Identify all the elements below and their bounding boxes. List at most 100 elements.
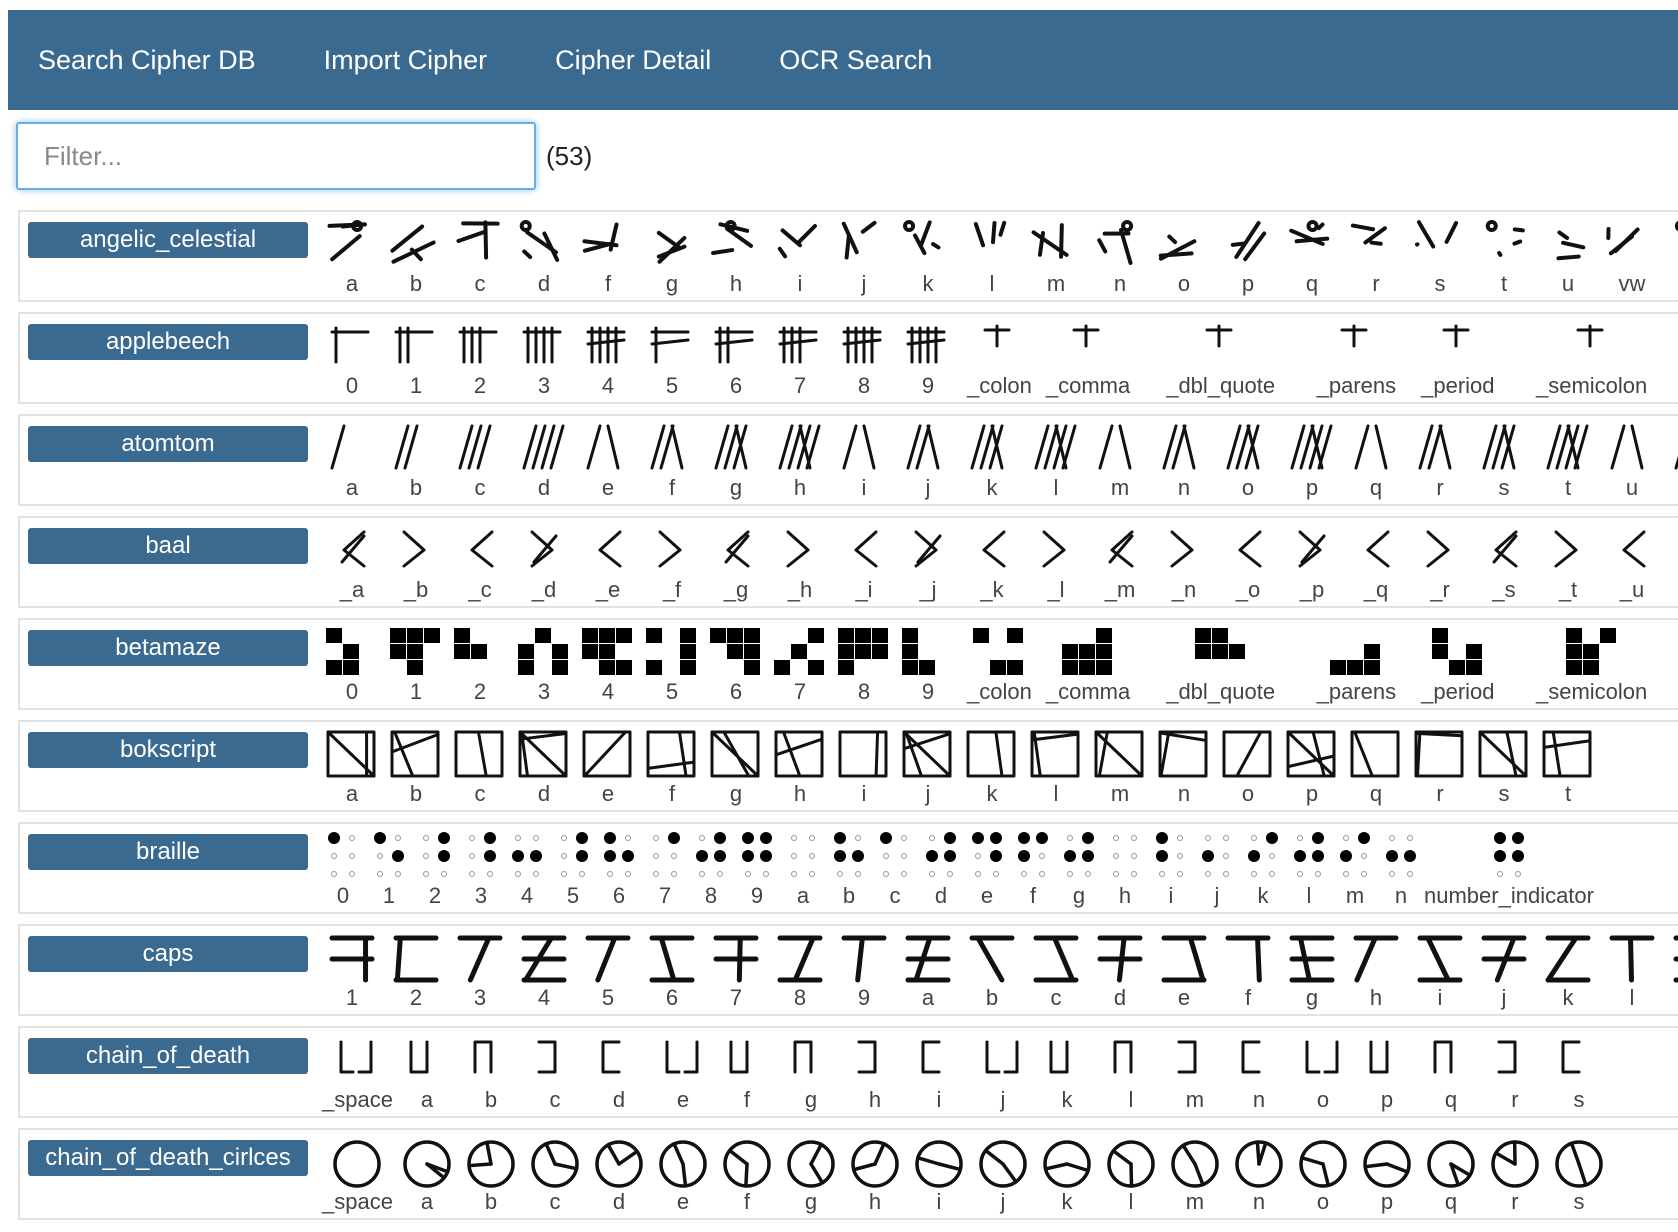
glyph-cell[interactable]: e — [964, 824, 1010, 912]
glyph-cell[interactable]: u — [1536, 212, 1600, 300]
glyph-cell[interactable]: i — [907, 1130, 971, 1218]
glyph-cell[interactable]: h — [843, 1130, 907, 1218]
cipher-name-button[interactable]: chain_of_death — [28, 1038, 308, 1074]
glyph-cell[interactable]: e — [576, 722, 640, 810]
glyph-cell[interactable]: r — [1483, 1130, 1547, 1218]
glyph-cell[interactable]: 4 — [576, 314, 640, 402]
glyph-cell[interactable]: b — [459, 1130, 523, 1218]
glyph-cell[interactable]: n — [1227, 1130, 1291, 1218]
glyph-cell[interactable]: f — [576, 212, 640, 300]
glyph-cell[interactable]: r — [1408, 416, 1472, 504]
glyph-cell[interactable]: b — [384, 416, 448, 504]
glyph-cell[interactable]: e — [651, 1130, 715, 1218]
glyph-cell[interactable]: 3 — [512, 314, 576, 402]
glyph-cell[interactable]: h — [704, 212, 768, 300]
glyph-cell[interactable]: 2 — [448, 314, 512, 402]
glyph-cell[interactable]: _m — [1088, 518, 1152, 606]
glyph-cell[interactable]: a — [320, 722, 384, 810]
glyph-cell[interactable]: _period — [1409, 314, 1507, 402]
glyph-cell[interactable]: p — [1355, 1028, 1419, 1116]
glyph-cell[interactable]: 5 — [640, 620, 704, 708]
cipher-name-button[interactable]: braille — [28, 834, 308, 870]
glyph-cell[interactable]: e — [651, 1028, 715, 1116]
glyph-cell[interactable]: _n — [1152, 518, 1216, 606]
glyph-cell[interactable]: d — [1088, 926, 1152, 1014]
glyph-cell[interactable]: k — [1240, 824, 1286, 912]
glyph-cell[interactable]: q — [1419, 1028, 1483, 1116]
nav-search-cipher-db[interactable]: Search Cipher DB — [38, 45, 256, 76]
glyph-cell[interactable]: j — [896, 722, 960, 810]
glyph-cell[interactable]: _g — [704, 518, 768, 606]
glyph-cell[interactable]: 9 — [734, 824, 780, 912]
glyph-cell[interactable]: f — [715, 1028, 779, 1116]
glyph-cell[interactable]: r — [1408, 722, 1472, 810]
glyph-cell[interactable]: g — [640, 212, 704, 300]
glyph-cell[interactable]: _f — [640, 518, 704, 606]
glyph-cell[interactable]: m — [1163, 1028, 1227, 1116]
glyph-cell[interactable]: 2 — [448, 620, 512, 708]
glyph-cell[interactable]: _c — [448, 518, 512, 606]
glyph-cell[interactable]: m — [1664, 926, 1678, 1014]
glyph-cell[interactable]: b — [826, 824, 872, 912]
glyph-cell[interactable]: 6 — [640, 926, 704, 1014]
glyph-cell[interactable]: m — [1163, 1130, 1227, 1218]
glyph-cell[interactable]: o — [1152, 212, 1216, 300]
glyph-cell[interactable]: o — [1216, 722, 1280, 810]
glyph-cell[interactable]: p — [1216, 212, 1280, 300]
glyph-cell[interactable]: 9 — [896, 314, 960, 402]
glyph-cell[interactable]: s — [1472, 416, 1536, 504]
cipher-name-button[interactable]: applebeech — [28, 324, 308, 360]
glyph-cell[interactable]: s — [1547, 1028, 1611, 1116]
glyph-cell[interactable]: _colon — [960, 620, 1039, 708]
glyph-cell[interactable]: 6 — [704, 314, 768, 402]
glyph-cell[interactable]: s — [1472, 722, 1536, 810]
glyph-cell[interactable]: c — [448, 416, 512, 504]
glyph-cell[interactable]: _q — [1344, 518, 1408, 606]
glyph-cell[interactable]: n — [1378, 824, 1424, 912]
glyph-cell[interactable]: _semicolon — [1507, 314, 1676, 402]
glyph-cell[interactable]: 7 — [642, 824, 688, 912]
glyph-cell[interactable]: x — [1664, 212, 1678, 300]
glyph-cell[interactable]: q — [1419, 1130, 1483, 1218]
glyph-cell[interactable]: k — [1536, 926, 1600, 1014]
glyph-cell[interactable]: _comma — [1039, 314, 1137, 402]
glyph-cell[interactable]: _j — [896, 518, 960, 606]
glyph-cell[interactable]: 1 — [384, 620, 448, 708]
glyph-cell[interactable]: 7 — [768, 314, 832, 402]
glyph-cell[interactable]: 2 — [412, 824, 458, 912]
glyph-cell[interactable]: m — [1088, 416, 1152, 504]
cipher-name-button[interactable]: betamaze — [28, 630, 308, 666]
glyph-cell[interactable]: _a — [320, 518, 384, 606]
glyph-cell[interactable]: 2 — [384, 926, 448, 1014]
glyph-cell[interactable]: s — [1547, 1130, 1611, 1218]
glyph-cell[interactable]: _space — [320, 1130, 395, 1218]
glyph-cell[interactable]: 4 — [504, 824, 550, 912]
glyph-cell[interactable]: t — [1472, 212, 1536, 300]
glyph-cell[interactable]: m — [1024, 212, 1088, 300]
glyph-cell[interactable]: h — [843, 1028, 907, 1116]
glyph-cell[interactable]: _e — [576, 518, 640, 606]
glyph-cell[interactable]: 5 — [640, 314, 704, 402]
glyph-cell[interactable]: e — [576, 416, 640, 504]
glyph-cell[interactable]: i — [832, 416, 896, 504]
glyph-cell[interactable]: q — [1344, 722, 1408, 810]
glyph-cell[interactable]: _period — [1409, 620, 1507, 708]
glyph-cell[interactable]: t — [1536, 722, 1600, 810]
filter-input[interactable] — [16, 122, 536, 190]
glyph-cell[interactable]: i — [1408, 926, 1472, 1014]
glyph-cell[interactable]: r — [1344, 212, 1408, 300]
glyph-cell[interactable]: o — [1291, 1028, 1355, 1116]
glyph-cell[interactable]: a — [395, 1028, 459, 1116]
glyph-cell[interactable]: f — [1010, 824, 1056, 912]
glyph-cell[interactable]: _o — [1216, 518, 1280, 606]
glyph-cell[interactable]: _i — [832, 518, 896, 606]
glyph-cell[interactable]: d — [918, 824, 964, 912]
glyph-cell[interactable]: k — [896, 212, 960, 300]
glyph-cell[interactable]: d — [512, 722, 576, 810]
glyph-cell[interactable]: a — [896, 926, 960, 1014]
glyph-cell[interactable]: r — [1483, 1028, 1547, 1116]
glyph-cell[interactable]: number_indicator — [1424, 824, 1594, 912]
glyph-cell[interactable]: 8 — [768, 926, 832, 1014]
glyph-cell[interactable]: 0 — [320, 314, 384, 402]
glyph-cell[interactable]: p — [1355, 1130, 1419, 1218]
